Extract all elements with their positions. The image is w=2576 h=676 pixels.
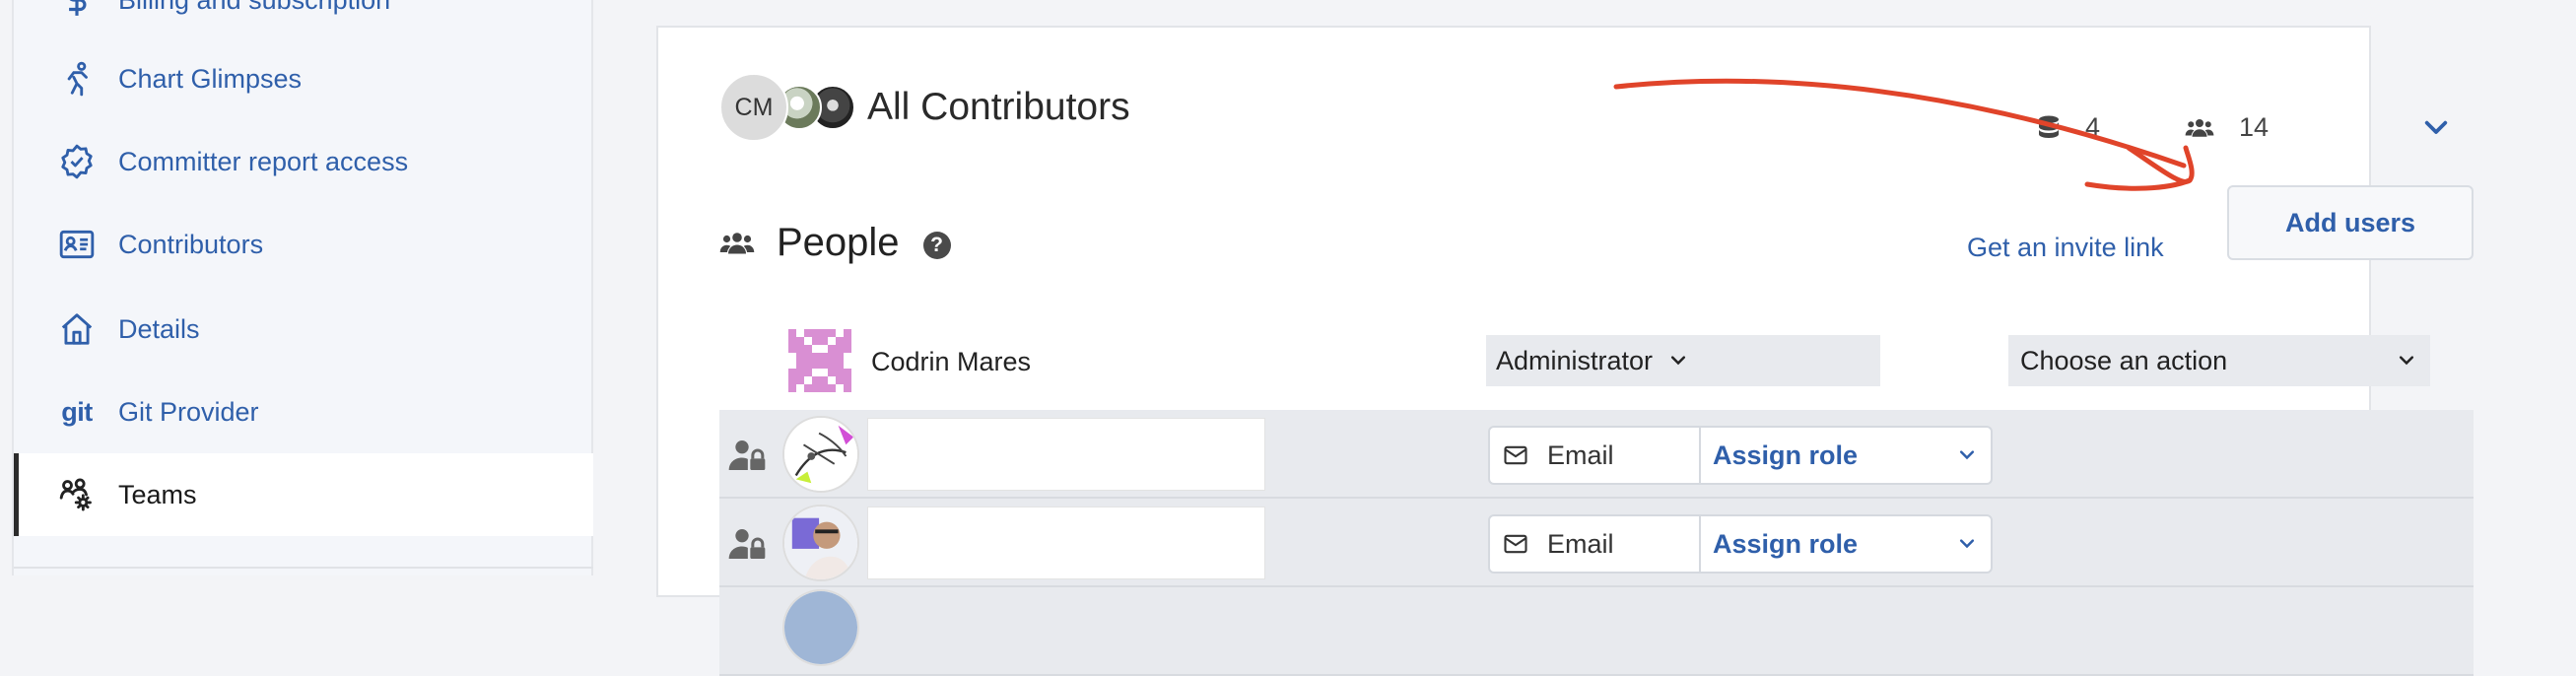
table-row: Codrin Mares Administrator Choose an act… xyxy=(719,319,2474,402)
sidebar-item-label: Committer report access xyxy=(118,146,409,176)
table-row xyxy=(719,587,2474,676)
assign-role-label: Assign role xyxy=(1713,528,1859,559)
pending-invite-group: Email Assign role xyxy=(1488,426,1993,485)
redacted-name xyxy=(867,507,1265,579)
avatar: CM xyxy=(719,73,788,142)
badge-check-icon xyxy=(55,140,99,183)
user-lock-icon xyxy=(728,440,766,470)
email-label: Email xyxy=(1547,439,1614,470)
redacted-name xyxy=(867,418,1265,491)
collapse-toggle[interactable] xyxy=(2420,112,2452,144)
home-icon xyxy=(55,307,99,351)
action-select[interactable]: Choose an action xyxy=(2008,335,2430,386)
sidebar: Billing and subscription Chart Glimpses … xyxy=(12,0,593,575)
sidebar-item-details[interactable]: Details xyxy=(14,288,593,371)
sidebar-item-git-provider[interactable]: git Git Provider xyxy=(14,371,593,453)
database-icon xyxy=(2039,115,2059,138)
sidebar-item-teams[interactable]: Teams xyxy=(14,453,593,536)
envelope-icon xyxy=(1504,534,1527,554)
repo-count: 4 xyxy=(2034,112,2100,143)
avatar xyxy=(788,329,851,392)
help-icon[interactable]: ? xyxy=(922,231,951,259)
chevron-down-icon xyxy=(1959,539,1975,549)
sidebar-item-label: Details xyxy=(118,313,200,344)
table-row: Email Assign role xyxy=(719,410,2474,499)
team-card: CM All Contributors 4 14 People ? Get an… xyxy=(656,26,2474,676)
sidebar-item-committer-report[interactable]: Committer report access xyxy=(14,120,593,203)
git-icon: git xyxy=(61,396,93,427)
table-row: Email Assign role xyxy=(719,499,2474,587)
sidebar-divider xyxy=(14,567,593,569)
people-section-header: People ? xyxy=(719,221,951,265)
email-button[interactable]: Email xyxy=(1490,428,1701,483)
email-button[interactable]: Email xyxy=(1490,516,1701,572)
sidebar-item-label: Git Provider xyxy=(118,396,259,427)
id-card-icon xyxy=(55,223,99,266)
sidebar-item-contributors[interactable]: Contributors xyxy=(14,203,593,286)
pending-invite-group: Email Assign role xyxy=(1488,514,1993,574)
repo-count-value: 4 xyxy=(2085,112,2101,142)
role-select[interactable]: Administrator xyxy=(1486,335,1880,386)
assign-role-select[interactable]: Assign role xyxy=(1701,516,1991,572)
envelope-icon xyxy=(1504,445,1527,465)
chevron-down-icon xyxy=(1959,450,1975,460)
assign-role-label: Assign role xyxy=(1713,439,1859,470)
users-gear-icon xyxy=(55,473,99,516)
sidebar-item-label: Billing and subscription xyxy=(118,0,390,16)
member-count-value: 14 xyxy=(2239,112,2270,142)
chevron-down-icon xyxy=(1670,356,1686,366)
sidebar-item-label: Chart Glimpses xyxy=(118,63,303,94)
avatar xyxy=(782,505,859,581)
users-icon xyxy=(2185,118,2214,137)
sidebar-item-label: Contributors xyxy=(118,229,264,259)
team-title: All Contributors xyxy=(867,86,1130,128)
assign-role-select[interactable]: Assign role xyxy=(1701,428,1991,483)
users-icon xyxy=(719,232,755,253)
running-person-icon xyxy=(55,57,99,101)
avatar xyxy=(782,416,859,493)
email-label: Email xyxy=(1547,528,1614,559)
people-title: People xyxy=(777,221,900,264)
action-select-value: Choose an action xyxy=(2020,345,2228,375)
chevron-down-icon xyxy=(2424,120,2448,134)
member-name: Codrin Mares xyxy=(871,347,1032,376)
dollar-icon xyxy=(55,0,99,22)
role-select-value: Administrator xyxy=(1496,345,1654,375)
chevron-down-icon xyxy=(2399,356,2414,366)
sidebar-item-billing[interactable]: Billing and subscription xyxy=(14,0,593,41)
member-count: 14 xyxy=(2182,112,2269,143)
team-header: CM All Contributors xyxy=(719,73,1130,142)
get-invite-link[interactable]: Get an invite link xyxy=(1967,233,2164,263)
add-users-button[interactable]: Add users xyxy=(2227,185,2474,260)
avatar xyxy=(782,589,859,666)
sidebar-item-label: Teams xyxy=(118,479,197,509)
sidebar-item-chart-glimpses[interactable]: Chart Glimpses xyxy=(14,37,593,120)
user-lock-icon xyxy=(728,529,766,559)
